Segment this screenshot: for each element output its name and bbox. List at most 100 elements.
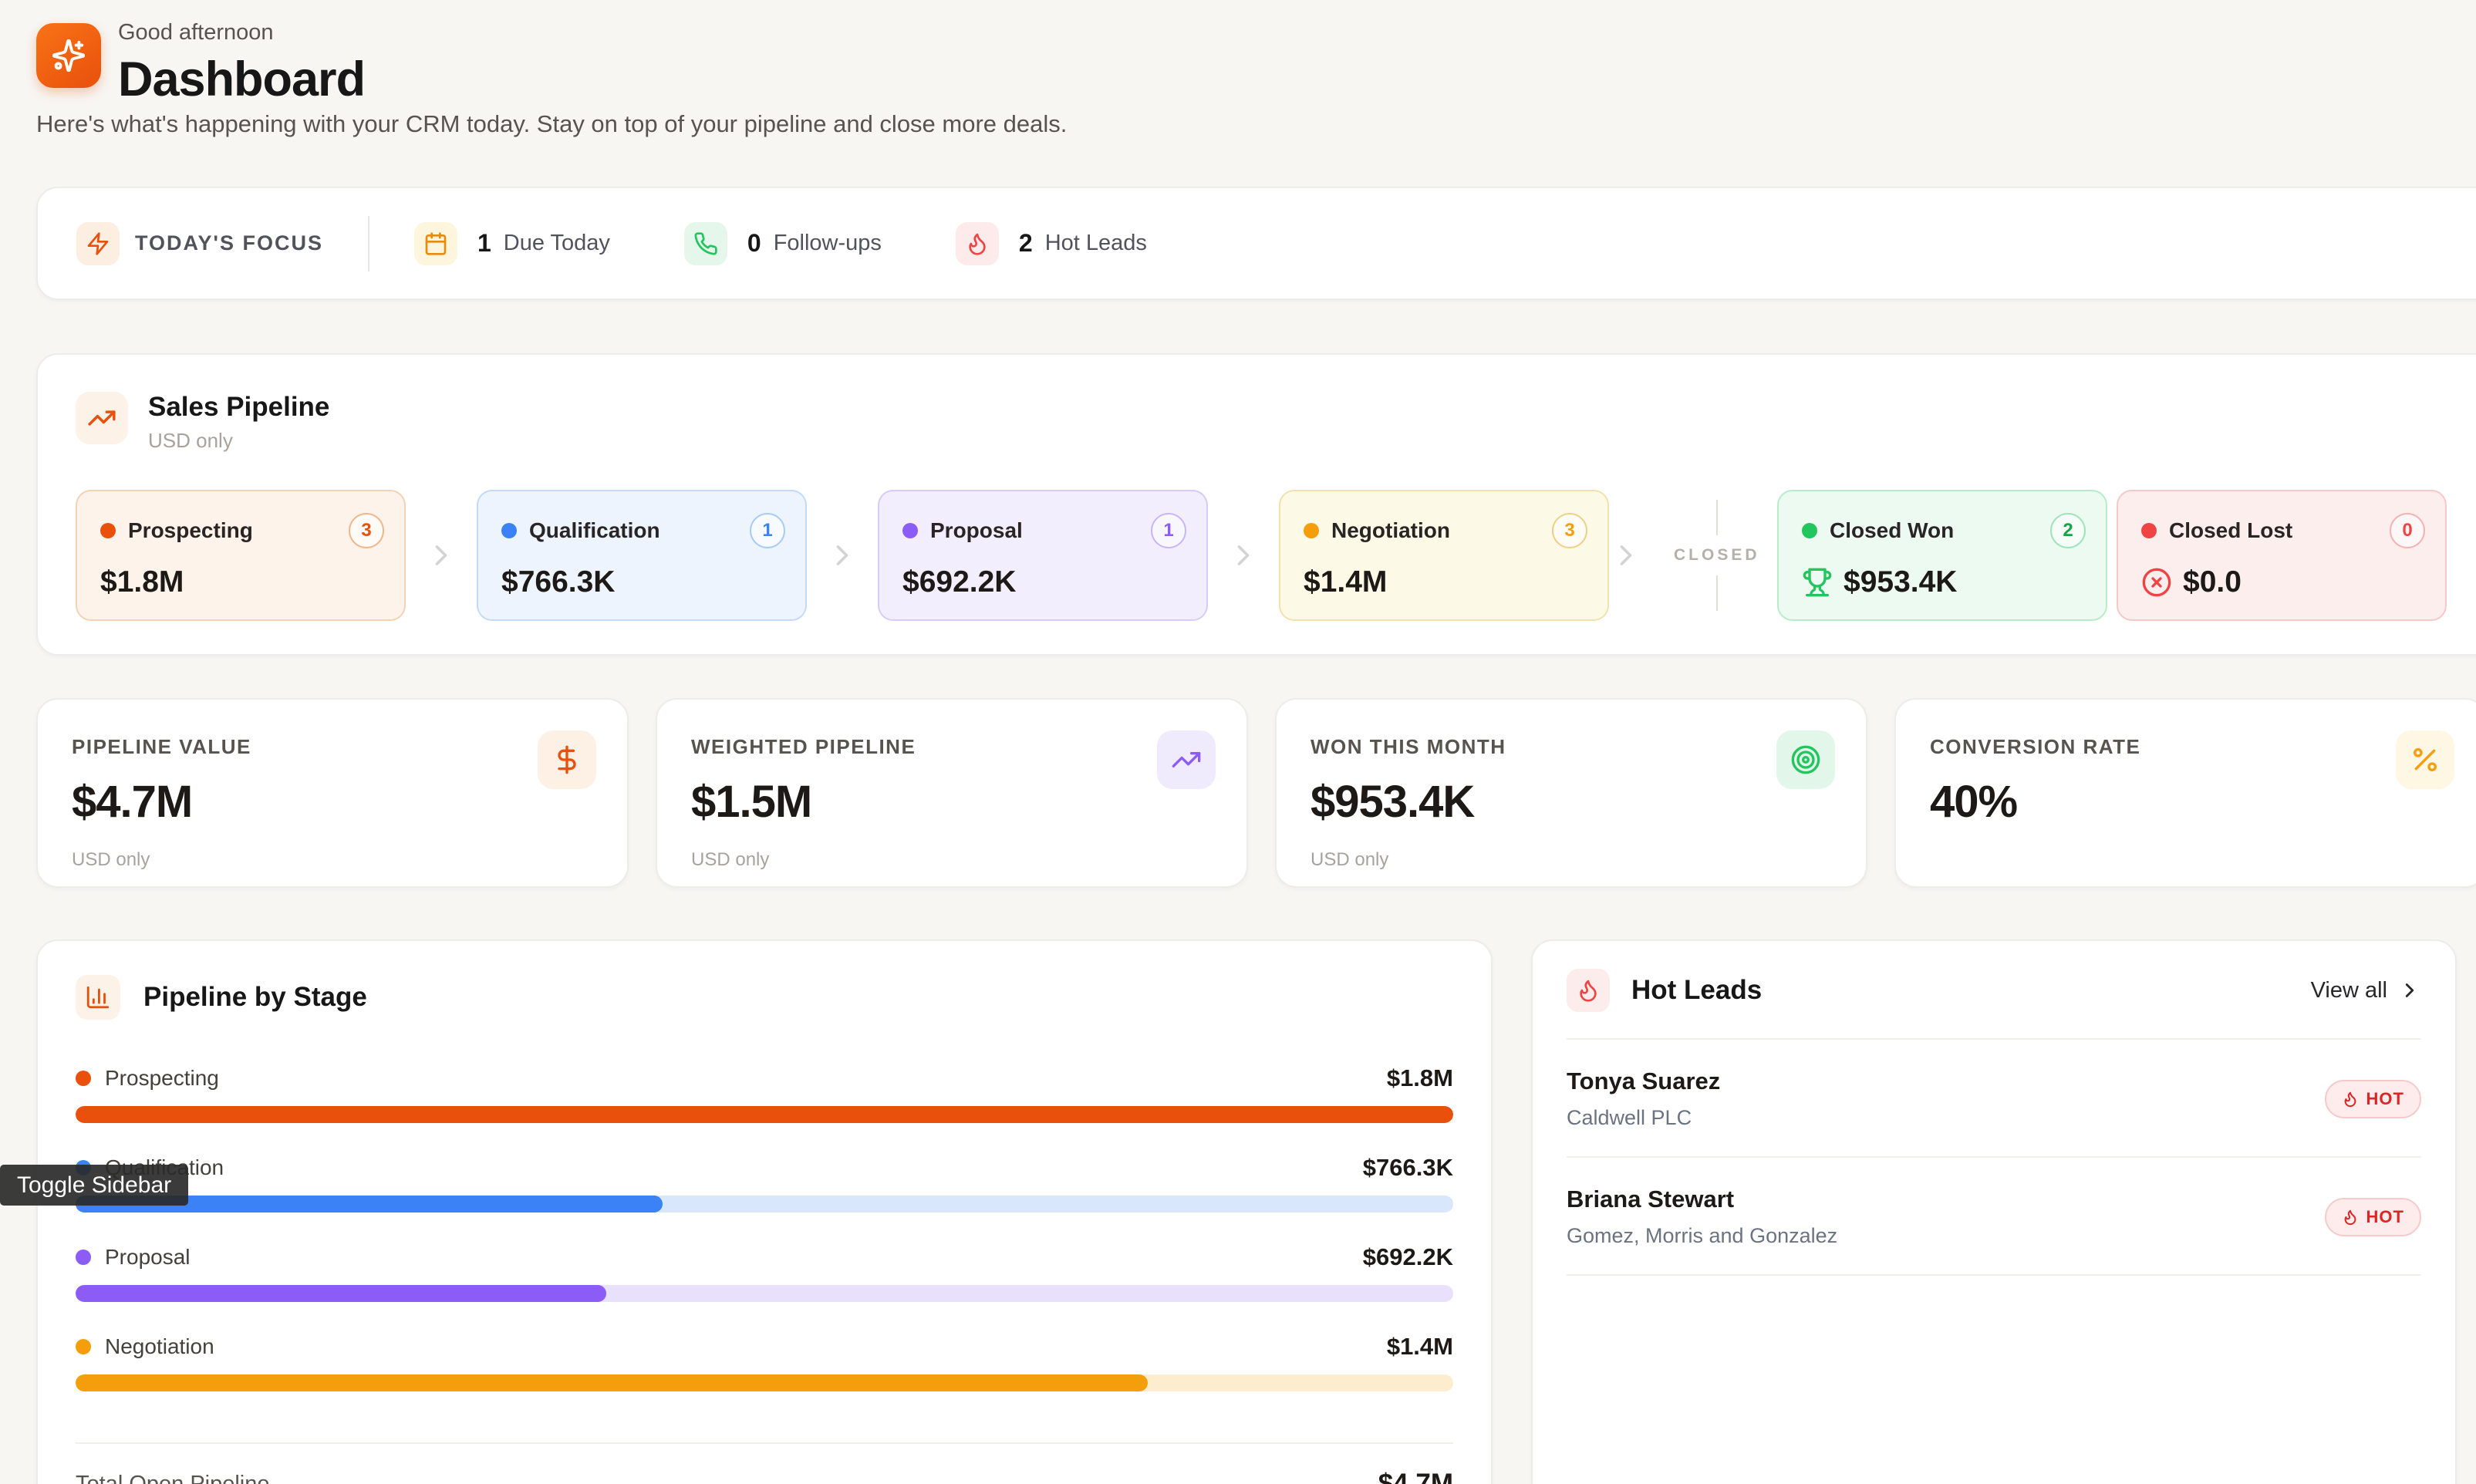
bar-row-negotiation: Negotiation $1.4M: [76, 1333, 1453, 1391]
flame-icon: [1567, 969, 1610, 1012]
chevron-right-icon: [1208, 538, 1279, 572]
stat-card-won-this-month: WON THIS MONTH $953.4K USD only: [1275, 698, 1867, 888]
sparkles-icon: [51, 38, 86, 73]
dashboard-page: Good afternoon Dashboard Here's what's h…: [0, 0, 2476, 1484]
stat-label: WON THIS MONTH: [1311, 735, 1835, 759]
calendar-icon: [414, 222, 457, 265]
stat-note: USD only: [1311, 849, 1835, 871]
bar-value: $766.3K: [1363, 1154, 1453, 1182]
stage-value: $766.3K: [501, 565, 785, 599]
greeting-text: Good afternoon: [118, 20, 365, 46]
chevron-right-icon: [807, 538, 878, 572]
stage-card-prospecting[interactable]: Prospecting 3 $1.8M: [76, 490, 406, 621]
followups-label: Follow-ups: [774, 231, 882, 256]
stage-value: $953.4K: [1802, 565, 2086, 599]
stage-value: $1.8M: [100, 565, 384, 599]
lead-name: Briana Stewart: [1567, 1186, 2325, 1213]
total-open-pipeline-row: Total Open Pipeline $4.7M: [76, 1469, 1453, 1484]
stage-name: Closed Lost: [2169, 518, 2390, 543]
stat-card-weighted-pipeline: WEIGHTED PIPELINE $1.5M USD only: [656, 698, 1248, 888]
focus-item-hot-leads[interactable]: 2 Hot Leads: [956, 222, 1147, 265]
stage-count-badge: 1: [1151, 513, 1186, 548]
total-label: Total Open Pipeline: [76, 1472, 270, 1484]
flame-icon: [2342, 1209, 2359, 1226]
bar-value: $1.8M: [1387, 1064, 1453, 1092]
bar-row-prospecting: Prospecting $1.8M: [76, 1064, 1453, 1123]
stat-card-conversion-rate: CONVERSION RATE 40%: [1894, 698, 2476, 888]
trophy-icon: [1802, 567, 1833, 598]
focus-item-followups[interactable]: 0 Follow-ups: [684, 222, 882, 265]
pipeline-by-stage-header: Pipeline by Stage: [76, 975, 1453, 1020]
stage-dot: [1802, 523, 1817, 538]
bar-label: Negotiation: [105, 1334, 1387, 1359]
bar-value: $692.2K: [1363, 1243, 1453, 1271]
stat-value: $1.5M: [691, 776, 1216, 828]
hot-badge-label: HOT: [2366, 1089, 2404, 1109]
stat-card-pipeline-value: PIPELINE VALUE $4.7M USD only: [36, 698, 629, 888]
focus-item-due-today[interactable]: 1 Due Today: [414, 222, 610, 265]
sales-pipeline-subtitle: USD only: [148, 429, 329, 453]
divider: [368, 216, 369, 272]
sales-pipeline-card: Sales Pipeline USD only Prospecting 3 $1…: [36, 353, 2476, 656]
stats-row: PIPELINE VALUE $4.7M USD only WEIGHTED P…: [36, 698, 2476, 888]
sales-pipeline-title: Sales Pipeline: [148, 392, 329, 423]
bar-chart-icon: [76, 975, 120, 1020]
lead-info: Tonya Suarez Caldwell PLC: [1567, 1067, 2325, 1130]
stage-bars: Prospecting $1.8M Qualification $766.3K: [76, 1064, 1453, 1391]
stage-card-closed-won[interactable]: Closed Won 2 $953.4K: [1777, 490, 2107, 621]
lead-row-tonya-suarez[interactable]: Tonya Suarez Caldwell PLC HOT: [1567, 1040, 2421, 1158]
stat-note: USD only: [691, 849, 1216, 871]
header-text: Good afternoon Dashboard: [118, 19, 365, 107]
chevron-right-icon: [1609, 538, 1643, 572]
hot-leads-card: Hot Leads View all Tonya Suarez Caldwell…: [1531, 939, 2457, 1484]
stage-card-negotiation[interactable]: Negotiation 3 $1.4M: [1279, 490, 1609, 621]
view-all-button[interactable]: View all: [2311, 978, 2421, 1003]
stat-value: $4.7M: [72, 776, 596, 828]
closed-separator: CLOSED: [1609, 500, 1777, 611]
zap-icon: [76, 222, 120, 265]
bar-fill: [76, 1374, 1148, 1391]
stage-count-badge: 0: [2390, 513, 2425, 548]
stat-value: 40%: [1930, 776, 2454, 828]
hot-badge: HOT: [2325, 1198, 2421, 1236]
view-all-label: View all: [2311, 978, 2387, 1003]
bar-label: Qualification: [105, 1155, 1363, 1180]
flame-icon: [2342, 1091, 2359, 1108]
pipeline-by-stage-title: Pipeline by Stage: [143, 982, 367, 1013]
bar-track: [76, 1285, 1453, 1302]
stage-count-badge: 3: [349, 513, 384, 548]
stage-count-badge: 3: [1552, 513, 1587, 548]
hot-leads-header: Hot Leads View all: [1567, 941, 2421, 1040]
bar-value: $1.4M: [1387, 1333, 1453, 1361]
stage-name: Negotiation: [1331, 518, 1552, 543]
chevron-right-icon: [2398, 979, 2421, 1002]
bar-row-qualification: Qualification $766.3K: [76, 1154, 1453, 1212]
lead-name: Tonya Suarez: [1567, 1067, 2325, 1095]
bar-fill: [76, 1285, 606, 1302]
stage-card-proposal[interactable]: Proposal 1 $692.2K: [878, 490, 1208, 621]
bar-track: [76, 1106, 1453, 1123]
total-value: $4.7M: [1378, 1469, 1453, 1484]
lead-row-briana-stewart[interactable]: Briana Stewart Gomez, Morris and Gonzale…: [1567, 1158, 2421, 1276]
stage-card-closed-lost[interactable]: Closed Lost 0 $0.0: [2117, 490, 2447, 621]
bar-track: [76, 1196, 1453, 1212]
hot-leads-title: Hot Leads: [1631, 975, 2289, 1006]
percent-icon: [2396, 730, 2454, 789]
stage-dot: [1304, 523, 1319, 538]
stage-card-qualification[interactable]: Qualification 1 $766.3K: [477, 490, 807, 621]
x-circle-icon: [2141, 567, 2172, 598]
stat-label: PIPELINE VALUE: [72, 735, 596, 759]
stage-count-badge: 1: [750, 513, 785, 548]
stage-name: Closed Won: [1830, 518, 2050, 543]
lead-company: Caldwell PLC: [1567, 1106, 2325, 1130]
stage-dot: [902, 523, 918, 538]
bar-label: Proposal: [105, 1245, 1363, 1270]
stat-note: USD only: [72, 849, 596, 871]
hot-badge-label: HOT: [2366, 1207, 2404, 1227]
stage-dot: [76, 1250, 91, 1265]
stage-name: Qualification: [529, 518, 750, 543]
app-logo: [36, 23, 101, 88]
divider: [76, 1442, 1453, 1444]
bar-label: Prospecting: [105, 1066, 1387, 1091]
stat-value: $953.4K: [1311, 776, 1835, 828]
